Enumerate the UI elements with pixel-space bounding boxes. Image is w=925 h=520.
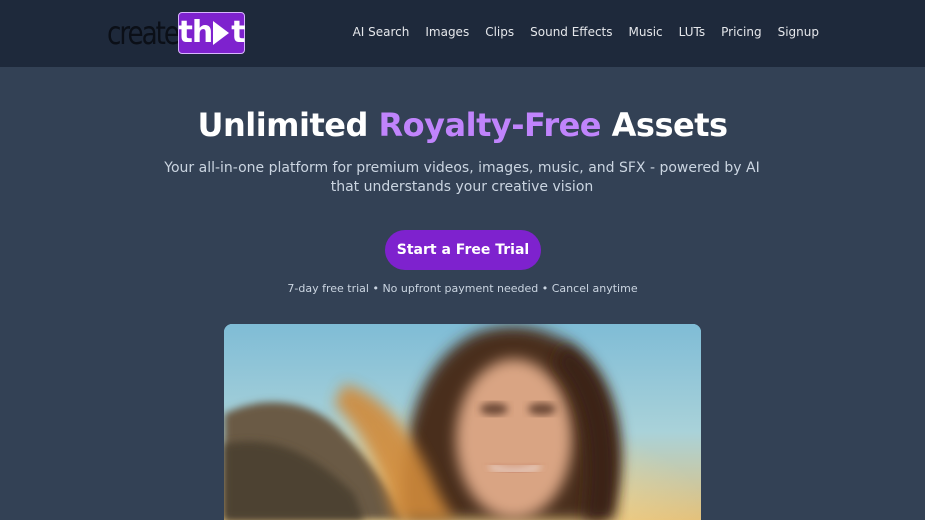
trial-terms-note: 7-day free trial • No upfront payment ne…	[287, 282, 638, 295]
nav-pricing[interactable]: Pricing	[721, 25, 761, 39]
hero-title: Unlimited Royalty-Free Assets	[0, 106, 925, 144]
nav-luts[interactable]: LUTs	[679, 25, 705, 39]
top-navbar: create th t AI Search Images Clips Sound…	[0, 0, 925, 67]
nav-images[interactable]: Images	[425, 25, 469, 39]
hero-title-prefix: Unlimited	[197, 106, 368, 144]
logo-badge: th t	[178, 12, 246, 54]
logo-wordmark-create: create	[107, 14, 180, 52]
nav-sound-effects[interactable]: Sound Effects	[530, 25, 612, 39]
hero-photo-illustration	[224, 324, 701, 520]
logo-that-left: th	[178, 15, 213, 50]
hero-video-preview[interactable]	[224, 324, 701, 520]
hero-subtitle: Your all-in-one platform for premium vid…	[164, 160, 760, 195]
hero-title-suffix: Assets	[611, 106, 728, 144]
logo-wordmark-that: th t	[178, 15, 245, 50]
nav-signup[interactable]: Signup	[778, 25, 819, 39]
nav-clips[interactable]: Clips	[485, 25, 514, 39]
hero-title-accent: Royalty-Free	[378, 106, 602, 144]
logo-that-right: t	[231, 15, 245, 50]
nav-ai-search[interactable]: AI Search	[353, 25, 410, 39]
play-icon	[213, 21, 230, 45]
logo[interactable]: create th t	[107, 12, 246, 55]
nav-music[interactable]: Music	[629, 25, 663, 39]
main-nav: AI Search Images Clips Sound Effects Mus…	[353, 25, 819, 39]
start-free-trial-button[interactable]: Start a Free Trial	[385, 230, 541, 270]
